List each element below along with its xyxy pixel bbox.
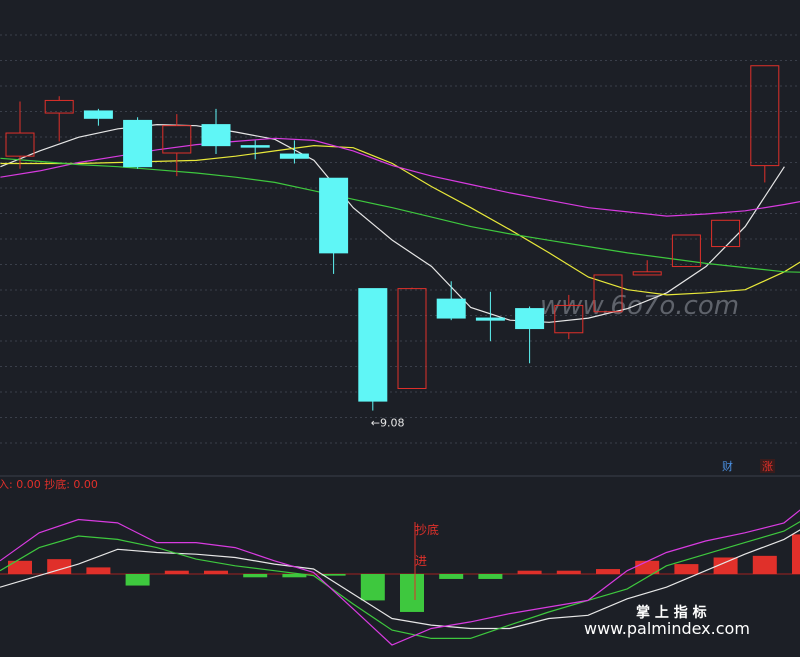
candle-body-down <box>123 119 153 168</box>
candle-body-down <box>83 110 113 119</box>
candle-body-up <box>711 219 741 248</box>
candle-body-down <box>240 145 270 148</box>
indicator-bar-9 <box>321 574 346 576</box>
watermark-layer: www.6o7o.com <box>540 291 739 321</box>
candle-body-up <box>44 99 74 114</box>
indicator-bar-1 <box>8 560 32 574</box>
grid-lines <box>0 34 800 444</box>
chart-canvas: www.6o7o.com ←9.08 财 涨 买入: 0.00 抄底: 0.00… <box>0 34 800 646</box>
candle-body-up <box>397 288 427 389</box>
indicator-bar-12 <box>439 574 464 579</box>
candle-body-up <box>632 271 662 276</box>
candle-3 <box>83 108 113 126</box>
indicator-bar-5 <box>164 570 189 574</box>
watermark-bottom: 掌 上 指 标 www.palmindex.com <box>584 604 750 638</box>
indicator-bar-6 <box>204 570 228 574</box>
watermark-top: www.6o7o.com <box>540 291 739 321</box>
indicator-bar-18 <box>674 564 699 574</box>
candle-body-down <box>436 298 466 319</box>
candle-body-down <box>201 124 231 147</box>
candle-9 <box>319 177 349 274</box>
low-price-label: ←9.08 <box>371 417 405 430</box>
indicator-bars <box>8 534 800 612</box>
candle-body-down <box>515 308 545 330</box>
indicator-bar-11 <box>400 574 424 612</box>
candle-4 <box>123 117 153 169</box>
candle-5 <box>162 114 192 177</box>
candle-19 <box>711 219 741 248</box>
candle-20 <box>750 65 780 183</box>
indicator-bar-4 <box>125 574 150 586</box>
ma-line-white <box>0 123 785 323</box>
candle-body-up <box>750 65 780 167</box>
candle-8 <box>279 140 309 164</box>
signal-jin-label: 进 <box>415 554 427 568</box>
candlestick-series <box>5 65 780 411</box>
candle-17 <box>632 260 662 276</box>
candle-11 <box>397 287 427 389</box>
indicator-bar-7 <box>243 574 268 578</box>
indicator-bar-3 <box>86 567 111 574</box>
indicator-bar-21 <box>792 534 800 574</box>
candle-14 <box>515 306 545 364</box>
indicator-bar-15 <box>556 570 581 574</box>
signal-chaodi-label: 抄底 <box>415 522 439 537</box>
candle-12 <box>436 281 466 321</box>
indicator-bar-14 <box>517 570 542 574</box>
candle-body-down <box>279 153 309 159</box>
candle-10 <box>358 288 388 411</box>
candle-body-down <box>319 177 349 254</box>
candle-body-down <box>475 317 505 321</box>
indicator-bar-20 <box>752 555 777 574</box>
candle-body-up <box>5 132 35 157</box>
stock-chart: www.6o7o.com ←9.08 财 涨 买入: 0.00 抄底: 0.00… <box>0 0 800 653</box>
header-icons: 财 涨 <box>722 459 775 473</box>
zhang-icon[interactable]: 涨 <box>762 460 773 473</box>
watermark-url: www.palmindex.com <box>584 619 750 638</box>
indicator-bar-13 <box>478 574 503 579</box>
indicator-bar-10 <box>360 574 385 601</box>
ma-line-magenta <box>0 137 800 217</box>
candle-6 <box>201 108 231 155</box>
candle-body-down <box>358 288 388 402</box>
indicator-bar-16 <box>596 569 620 574</box>
indicator-header: 买入: 0.00 抄底: 0.00 <box>0 477 98 491</box>
candle-7 <box>240 140 270 160</box>
candle-2 <box>44 96 74 142</box>
cai-icon[interactable]: 财 <box>722 459 733 473</box>
